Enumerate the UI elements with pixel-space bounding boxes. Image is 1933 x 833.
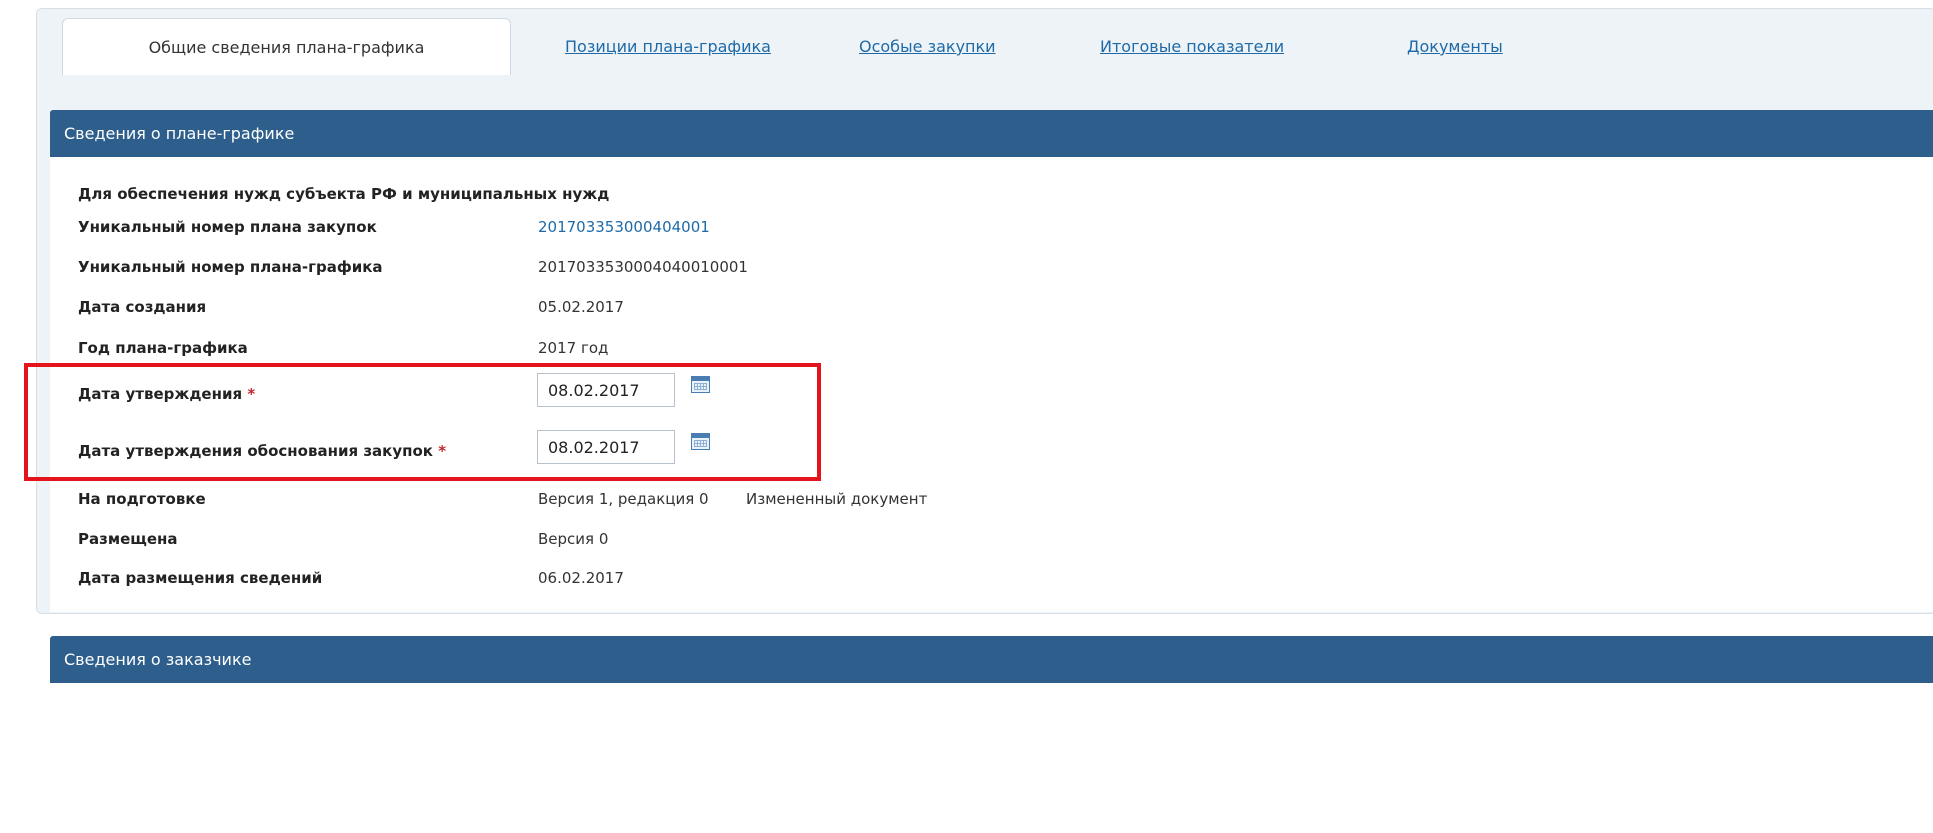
placement-date-value: 06.02.2017 [538, 569, 624, 587]
section-header-customer-info: Сведения о заказчике [50, 636, 1933, 683]
placement-date-label: Дата размещения сведений [78, 569, 323, 587]
tab-bar: Общие сведения плана-графика Позиции пла… [62, 18, 1933, 75]
schedule-number-label: Уникальный номер плана-графика [78, 258, 383, 276]
schedule-year-label: Год плана-графика [78, 339, 248, 357]
preparation-version: Версия 1, редакция 0 [538, 490, 709, 508]
preparation-label: На подготовке [78, 490, 206, 508]
tab-summary-indicators[interactable]: Итоговые показатели [1100, 18, 1284, 75]
created-date-value: 05.02.2017 [538, 298, 624, 316]
tab-schedule-positions[interactable]: Позиции плана-графика [565, 18, 771, 75]
section-header-plan-info: Сведения о плане-графике [50, 110, 1933, 157]
created-date-label: Дата создания [78, 298, 207, 316]
placed-label: Размещена [78, 530, 178, 548]
plan-purpose-label: Для обеспечения нужд субъекта РФ и муниц… [78, 185, 610, 203]
placed-version: Версия 0 [538, 530, 609, 548]
plan-number-link[interactable]: 201703353000404001 [538, 218, 710, 236]
highlight-frame [24, 363, 821, 481]
plan-number-label: Уникальный номер плана закупок [78, 218, 377, 236]
tab-general-info[interactable]: Общие сведения плана-графика [62, 18, 511, 75]
modified-document-note: Измененный документ [746, 490, 928, 508]
tab-documents[interactable]: Документы [1407, 18, 1503, 75]
tab-special-purchases[interactable]: Особые закупки [859, 18, 996, 75]
schedule-number-value: 2017033530004040010001 [538, 258, 748, 276]
schedule-year-value: 2017 год [538, 339, 609, 357]
